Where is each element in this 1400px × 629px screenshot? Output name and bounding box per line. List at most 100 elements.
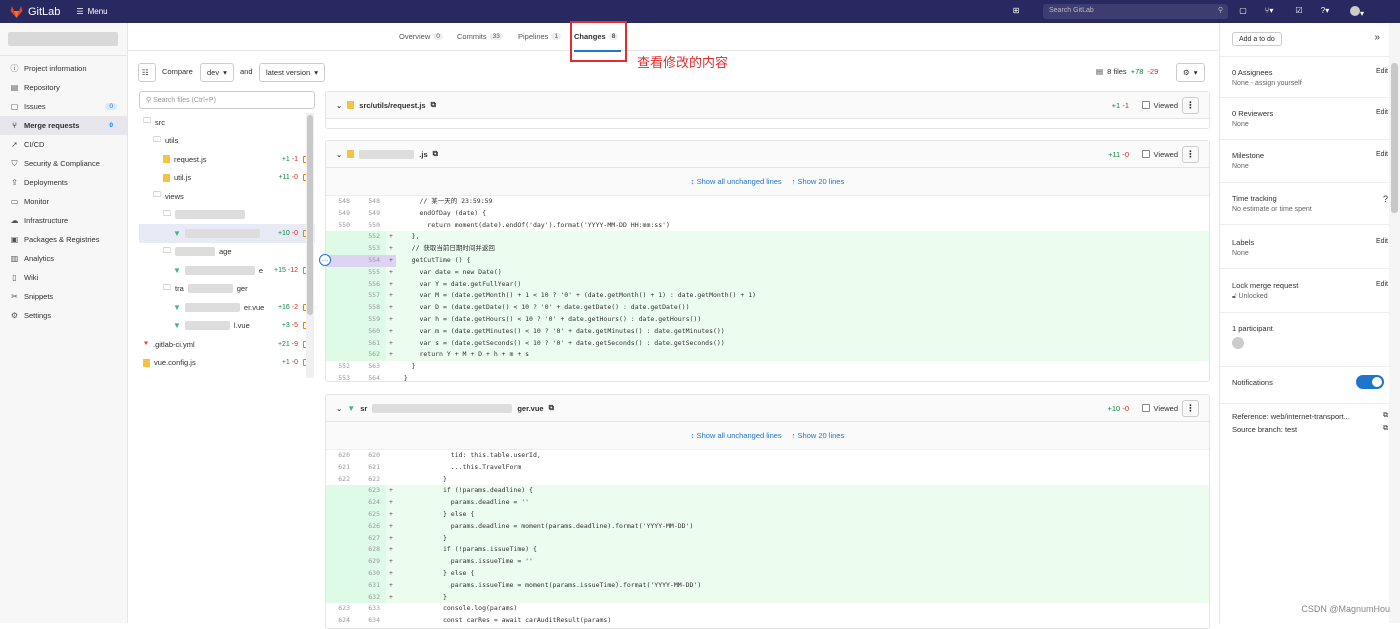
edit-milestone-link[interactable]: Edit xyxy=(1376,151,1388,158)
edit-assignees-link[interactable]: Edit xyxy=(1376,68,1388,75)
old-line-number[interactable] xyxy=(326,556,356,568)
new-line-number[interactable]: 632 xyxy=(356,591,386,604)
old-line-number[interactable]: 623 xyxy=(326,603,356,615)
old-line-number[interactable]: 621 xyxy=(326,462,356,474)
file-options-button[interactable]: ⋮ xyxy=(1182,96,1199,114)
new-line-number[interactable]: 633 xyxy=(356,603,386,615)
old-line-number[interactable] xyxy=(326,508,356,521)
new-line-number[interactable]: 563 xyxy=(356,361,386,373)
show-20-lines-link[interactable]: ↑ Show 20 lines xyxy=(792,177,845,186)
participant-avatar[interactable] xyxy=(1232,337,1244,349)
tab-overview[interactable]: Overview 0 xyxy=(399,32,443,41)
old-line-number[interactable] xyxy=(326,266,356,279)
old-line-number[interactable] xyxy=(326,337,356,350)
new-line-number[interactable]: 549 xyxy=(356,208,386,220)
tree-file-util[interactable]: util.js +11 -0 xyxy=(139,169,315,188)
sidebar-item-project-information[interactable]: ⓘ Project information xyxy=(0,59,127,78)
old-line-number[interactable] xyxy=(326,532,356,545)
file-tree-scrollbar[interactable] xyxy=(306,113,314,378)
viewed-checkbox[interactable]: Viewed xyxy=(1141,404,1178,413)
viewed-checkbox[interactable]: Viewed xyxy=(1141,150,1178,159)
copy-icon[interactable]: ⧉ xyxy=(431,100,436,110)
old-line-number[interactable]: 622 xyxy=(326,474,356,486)
tree-folder-tra[interactable]: 🗀 tra ger xyxy=(139,280,315,299)
new-line-number[interactable]: 623 xyxy=(356,485,386,498)
viewed-checkbox[interactable]: Viewed xyxy=(1141,101,1178,110)
sidebar-item-cicd[interactable]: ➚ CI/CD xyxy=(0,135,127,154)
new-line-number[interactable]: 558 xyxy=(356,302,386,314)
new-line-number[interactable]: 630 xyxy=(356,567,386,580)
toggle-file-tree-button[interactable]: ☷ xyxy=(138,63,156,82)
tab-pipelines[interactable]: Pipelines 1 xyxy=(518,32,562,41)
new-line-number[interactable]: 620 xyxy=(356,450,386,462)
copy-branch-icon[interactable]: ⧉ xyxy=(1383,425,1388,433)
old-line-number[interactable] xyxy=(326,520,356,533)
sidebar-item-deployments[interactable]: ⇪ Deployments xyxy=(0,173,127,192)
sidebar-item-analytics[interactable]: ▥ Analytics xyxy=(0,249,127,268)
new-line-number[interactable]: 626 xyxy=(356,520,386,533)
issues-nav-icon[interactable]: ▢ xyxy=(1238,6,1248,16)
search-input[interactable]: Search GitLab ⚲ xyxy=(1043,4,1228,19)
sidebar-item-snippets[interactable]: ✂ Snippets xyxy=(0,287,127,306)
old-line-number[interactable]: 624 xyxy=(326,615,356,627)
new-line-number[interactable]: 553 xyxy=(356,243,386,255)
new-line-number[interactable]: 622 xyxy=(356,474,386,486)
tree-folder-views[interactable]: 🗀 views xyxy=(139,187,315,206)
assignees-value[interactable]: None - assign yourself xyxy=(1232,80,1382,87)
old-line-number[interactable] xyxy=(326,567,356,580)
old-line-number[interactable] xyxy=(326,579,356,592)
new-line-number[interactable]: 552 xyxy=(356,231,386,244)
old-line-number[interactable] xyxy=(326,302,356,314)
old-line-number[interactable] xyxy=(326,278,356,291)
add-comment-icon[interactable]: … xyxy=(319,254,331,266)
old-line-number[interactable] xyxy=(326,349,356,362)
file-options-button[interactable]: ⋮ xyxy=(1182,399,1199,417)
new-item-icon[interactable]: ⊞ xyxy=(1011,6,1021,16)
file-options-button[interactable]: ⋮ xyxy=(1182,145,1199,163)
chevron-down-icon[interactable]: ⌄ xyxy=(336,150,342,159)
new-line-number[interactable]: 629 xyxy=(356,556,386,568)
user-avatar-menu[interactable]: ▾ xyxy=(1348,6,1366,18)
new-line-number[interactable]: 628 xyxy=(356,544,386,557)
help-icon[interactable]: ? xyxy=(1383,194,1388,204)
tree-folder-page[interactable]: 🗀 age xyxy=(139,243,315,262)
tree-folder-src[interactable]: 🗀 src xyxy=(139,113,315,132)
sidebar-item-merge-requests[interactable]: ⑂ Merge requests 0 xyxy=(0,116,127,135)
tree-folder-redacted[interactable]: 🗀 xyxy=(139,206,315,225)
tree-file-request[interactable]: request.js +1 -1 xyxy=(139,150,315,169)
chevron-down-icon[interactable]: ⌄ xyxy=(336,404,342,413)
sidebar-item-monitor[interactable]: ▭ Monitor xyxy=(0,192,127,211)
copy-icon[interactable]: ⧉ xyxy=(549,403,554,413)
new-line-number[interactable]: 559 xyxy=(356,313,386,326)
new-line-number[interactable]: 634 xyxy=(356,615,386,627)
new-line-number[interactable]: 564 xyxy=(356,373,386,385)
old-line-number[interactable] xyxy=(326,313,356,326)
sidebar-item-packages[interactable]: ▣ Packages & Registries xyxy=(0,230,127,249)
new-line-number[interactable]: 561 xyxy=(356,337,386,350)
file-search-input[interactable]: ⚲ Search files (Ctrl+P) xyxy=(139,91,315,109)
new-line-number[interactable]: 557 xyxy=(356,290,386,303)
new-line-number[interactable]: 621 xyxy=(356,462,386,474)
tree-file-page[interactable]: ▼ e +15 -12 xyxy=(139,261,315,280)
todos-nav-icon[interactable]: ☑ xyxy=(1294,6,1304,16)
project-header[interactable] xyxy=(0,23,127,56)
tree-folder-utils[interactable]: 🗀 utils xyxy=(139,132,315,151)
new-line-number[interactable]: 624 xyxy=(356,497,386,509)
page-scrollbar[interactable] xyxy=(1389,23,1400,623)
old-line-number[interactable] xyxy=(326,497,356,509)
gitlab-logo[interactable]: GitLab xyxy=(10,5,60,18)
sidebar-item-repository[interactable]: ▤ Repository xyxy=(0,78,127,97)
new-line-number[interactable]: 627 xyxy=(356,532,386,545)
tab-commits[interactable]: Commits 33 xyxy=(457,32,503,41)
new-line-number[interactable]: 625 xyxy=(356,508,386,521)
copy-icon[interactable]: ⧉ xyxy=(433,149,438,159)
show-all-unchanged-link[interactable]: ↕ Show all unchanged lines xyxy=(691,431,782,440)
old-line-number[interactable] xyxy=(326,591,356,604)
checkbox[interactable] xyxy=(1141,101,1150,109)
checkbox[interactable] xyxy=(1141,150,1150,158)
old-line-number[interactable]: 550 xyxy=(326,220,356,232)
new-line-number[interactable]: 556 xyxy=(356,278,386,291)
edit-labels-link[interactable]: Edit xyxy=(1376,238,1388,245)
tree-file-detail[interactable]: ▼ l.vue +3 -5 xyxy=(139,317,315,336)
old-line-number[interactable]: 549 xyxy=(326,208,356,220)
